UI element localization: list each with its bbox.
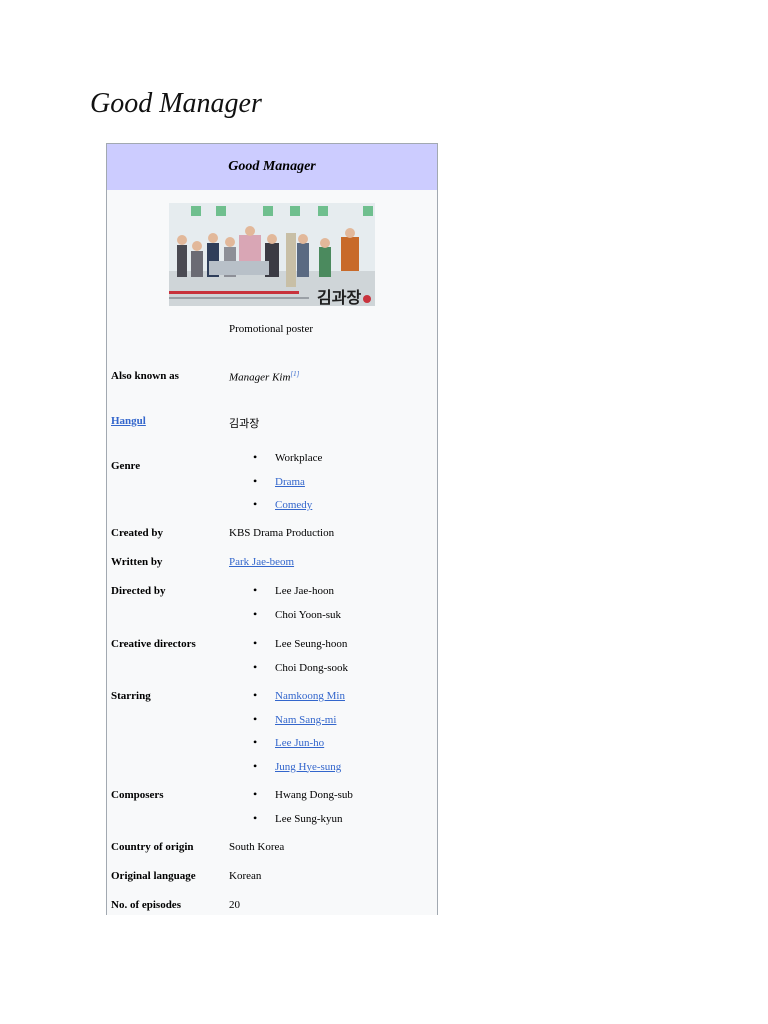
- director-item: Lee Jae-hoon: [229, 584, 341, 609]
- creative-directors-list: Lee Seung-hoon Choi Dong-sook: [229, 637, 348, 686]
- drama-link[interactable]: Drama: [275, 476, 305, 488]
- genre-item-drama: Drama: [229, 475, 322, 500]
- creative-director-item: Lee Seung-hoon: [229, 637, 348, 662]
- cast-item: Jung Hye-sung: [229, 760, 345, 785]
- value-hangul: 김과장: [229, 418, 260, 430]
- label-composers: Composers: [111, 789, 164, 801]
- directed-by-list: Lee Jae-hoon Choi Yoon-suk: [229, 584, 341, 633]
- label-language: Original language: [111, 870, 196, 882]
- value-country: South Korea: [229, 841, 285, 853]
- genre-item-comedy: Comedy: [229, 498, 322, 523]
- promotional-poster-image[interactable]: 김과장: [169, 203, 375, 306]
- park-jae-beom-link[interactable]: Park Jae-beom: [229, 556, 294, 568]
- label-starring: Starring: [111, 690, 151, 702]
- jung-hye-sung-link[interactable]: Jung Hye-sung: [275, 761, 341, 773]
- label-genre: Genre: [111, 460, 141, 472]
- starring-list: Namkoong Min Nam Sang-mi Lee Jun-ho Jung…: [229, 689, 345, 785]
- hangul-link[interactable]: Hangul: [111, 415, 146, 427]
- label-written-by: Written by: [111, 556, 163, 568]
- namkoong-min-link[interactable]: Namkoong Min: [275, 690, 345, 702]
- poster-section: 김과장 Promotional poster: [107, 190, 437, 348]
- value-language: Korean: [229, 870, 262, 882]
- infobox-header: Good Manager: [107, 144, 437, 190]
- creative-director-item: Choi Dong-sook: [229, 661, 348, 686]
- infobox: Good Manager 김과장 Promotional poster Also…: [106, 143, 438, 915]
- cast-item: Lee Jun-ho: [229, 736, 345, 761]
- value-also-known-as: Manager Kim[1]: [229, 370, 299, 384]
- lee-jun-ho-link[interactable]: Lee Jun-ho: [275, 737, 324, 749]
- comedy-link[interactable]: Comedy: [275, 499, 312, 511]
- label-directed-by: Directed by: [111, 585, 166, 597]
- composers-list: Hwang Dong-sub Lee Sung-kyun: [229, 788, 353, 837]
- value-episodes: 20: [229, 899, 240, 911]
- value-created-by: KBS Drama Production: [229, 527, 335, 539]
- reference-link-1[interactable]: [1]: [290, 370, 299, 378]
- composer-item: Lee Sung-kyun: [229, 812, 353, 837]
- composer-item: Hwang Dong-sub: [229, 788, 353, 813]
- label-created-by: Created by: [111, 527, 164, 539]
- also-known-as-text: Manager Kim: [229, 371, 291, 384]
- label-episodes: No. of episodes: [111, 899, 181, 911]
- poster-logo: 김과장: [317, 288, 361, 306]
- label-creative-directors: Creative directors: [111, 638, 196, 650]
- page-title: Good Manager: [90, 88, 262, 119]
- genre-list: Workplace Drama Comedy: [229, 451, 322, 523]
- poster-caption: Promotional poster: [229, 323, 314, 335]
- label-also-known-as: Also known as: [111, 370, 179, 382]
- label-country: Country of origin: [111, 841, 194, 853]
- genre-item-workplace: Workplace: [229, 451, 322, 476]
- director-item: Choi Yoon-suk: [229, 608, 341, 633]
- poster-illustration: 김과장: [169, 203, 375, 306]
- cast-item: Nam Sang-mi: [229, 713, 345, 738]
- cast-item: Namkoong Min: [229, 689, 345, 714]
- nam-sang-mi-link[interactable]: Nam Sang-mi: [275, 714, 336, 726]
